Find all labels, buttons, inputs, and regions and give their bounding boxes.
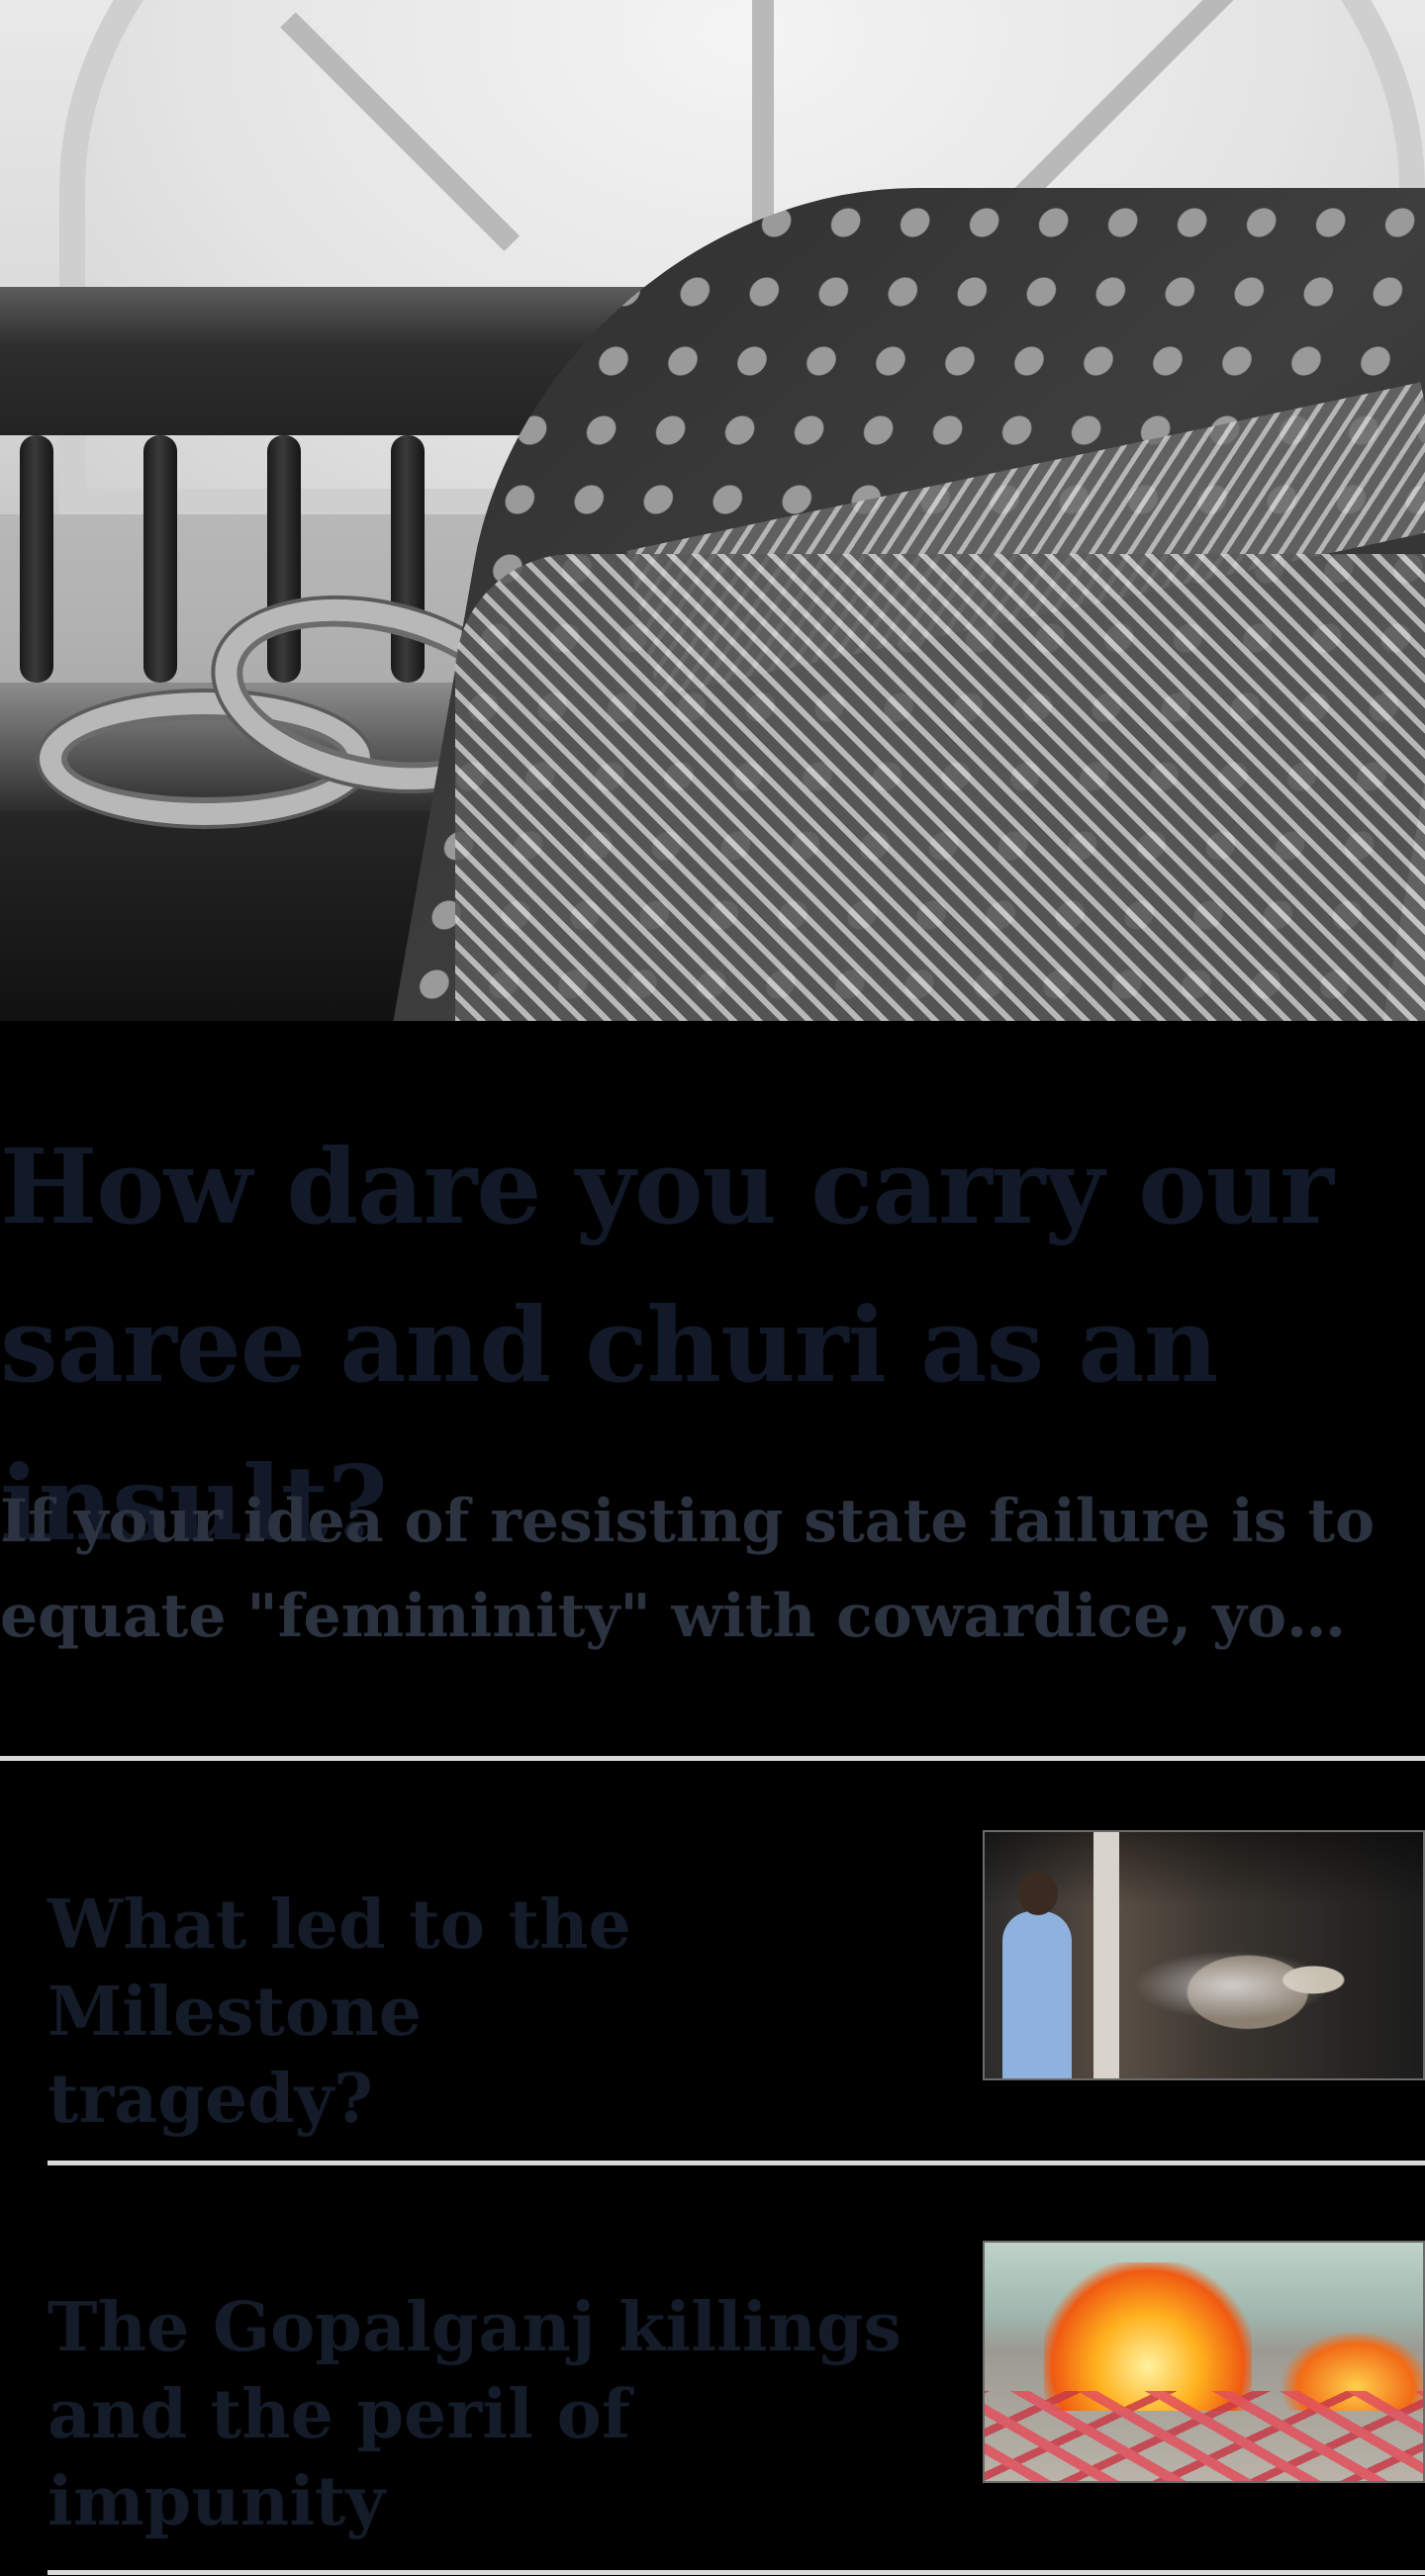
headline-line: How dare you carry our	[0, 1126, 1334, 1247]
thumb-scattered-chairs	[985, 2391, 1423, 2481]
related-story-title[interactable]: What led to the Milestone tragedy?	[48, 1882, 978, 2143]
thumb-water-spray	[1133, 1951, 1331, 2020]
thumb-person-head	[1018, 1872, 1058, 1915]
title-line: The Gopalganj killings	[48, 2288, 902, 2367]
saree-border	[455, 554, 1425, 1021]
card-divider	[48, 2570, 1425, 2575]
related-story-card[interactable]: What led to the Milestone tragedy?	[48, 1830, 1425, 2139]
article-subhead: If your idea of resisting state failure …	[0, 1487, 1376, 1651]
thumb-person	[1002, 1911, 1072, 2078]
title-line: and the peril of impunity	[48, 2375, 631, 2541]
baluster	[143, 435, 177, 683]
baluster	[20, 435, 53, 683]
section-divider	[0, 1756, 1425, 1761]
card-divider	[48, 2161, 1425, 2165]
thumb-fire	[1044, 2262, 1252, 2411]
related-story-thumbnail[interactable]	[983, 2241, 1425, 2483]
related-story-card[interactable]: The Gopalganj killings and the peril of …	[48, 2241, 1425, 2541]
related-story-thumbnail[interactable]	[983, 1830, 1425, 2080]
thumb-pillar	[1093, 1832, 1119, 2078]
title-line: What led to the Milestone	[48, 1886, 631, 2052]
related-story-title[interactable]: The Gopalganj killings and the peril of …	[48, 2284, 978, 2545]
title-line: tragedy?	[48, 2060, 374, 2139]
hero-image	[0, 0, 1425, 1021]
